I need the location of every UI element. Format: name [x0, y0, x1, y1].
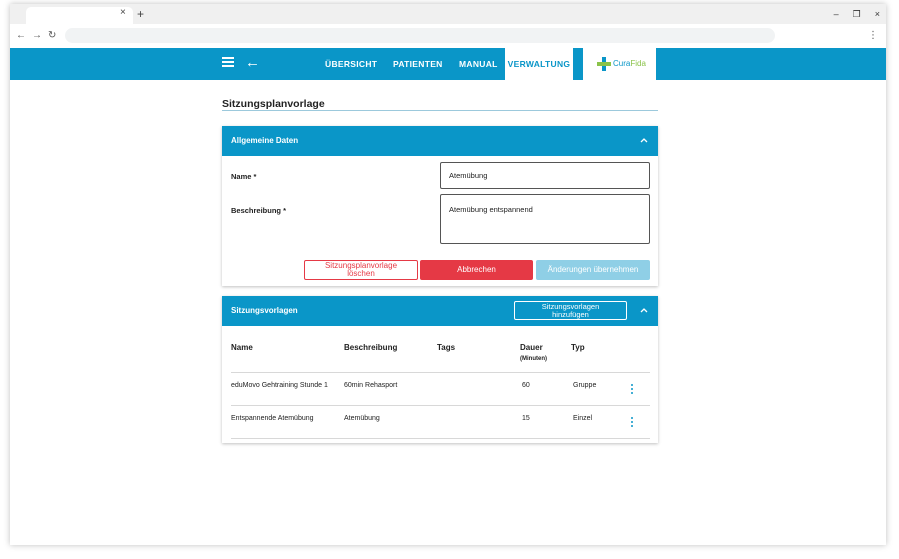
nav-manual[interactable]: MANUAL — [459, 48, 498, 80]
minimize-icon[interactable]: – — [834, 8, 839, 20]
add-session-templates-button[interactable]: Sitzungsvorlagen hinzufügen — [514, 301, 627, 320]
chevron-up-icon[interactable] — [640, 306, 648, 314]
column-header-tags: Tags — [437, 343, 456, 352]
row-1-name: eduMovo Gehtraining Stunde 1 — [231, 382, 328, 389]
column-header-name: Name — [231, 343, 253, 352]
row-divider — [231, 405, 650, 406]
row-1-description: 60min Rehasport — [344, 382, 398, 389]
row-2-description: Atemübung — [344, 415, 380, 422]
session-templates-title: Sitzungsvorlagen — [231, 306, 298, 315]
browser-menu-icon[interactable]: ⋮ — [868, 30, 878, 42]
page-title: Sitzungsplanvorlage — [222, 98, 325, 110]
column-header-duration-unit: (Minuten) — [520, 356, 547, 362]
forward-nav-icon[interactable]: → — [32, 30, 42, 42]
session-templates-header[interactable]: Sitzungsvorlagen Sitzungsvorlagen hinzuf… — [222, 296, 658, 326]
row-2-name: Entspannende Atemübung — [231, 415, 314, 422]
app-header: ← ÜBERSICHT PATIENTEN MANUAL VERWALTUNG … — [10, 48, 886, 80]
browser-window: × + – ❐ × ← → ↻ ⋮ ← ÜBERSICHT PATIENTEN … — [10, 4, 886, 545]
nav-uebersicht[interactable]: ÜBERSICHT — [325, 48, 377, 80]
hamburger-menu-icon[interactable] — [222, 57, 234, 69]
browser-tab-bar: × + – ❐ × — [10, 4, 886, 24]
curafida-logo: CuraFida — [583, 48, 656, 80]
new-tab-icon[interactable]: + — [137, 7, 144, 21]
window-close-icon[interactable]: × — [875, 8, 880, 20]
window-controls: – ❐ × — [834, 8, 880, 20]
restore-icon[interactable]: ❐ — [853, 8, 861, 20]
row-1-type: Gruppe — [573, 382, 597, 389]
reload-icon[interactable]: ↻ — [48, 30, 56, 42]
logo-wordmark: CuraFida — [613, 59, 646, 68]
description-textarea[interactable]: Atemübung entspannend — [440, 194, 650, 244]
row-1-more-icon[interactable] — [629, 384, 635, 396]
delete-template-button[interactable]: Sitzungsplanvorlage löschen — [304, 260, 418, 280]
nav-patienten[interactable]: PATIENTEN — [393, 48, 443, 80]
description-label: Beschreibung * — [231, 206, 287, 215]
logo-cross-icon — [597, 57, 611, 71]
title-divider — [222, 110, 658, 111]
chevron-up-icon[interactable] — [640, 136, 648, 144]
row-2-type: Einzel — [573, 415, 593, 422]
row-2-duration: 15 — [522, 415, 530, 422]
row-divider — [231, 438, 650, 439]
general-data-card: Allgemeine Daten Name * Atemübung Beschr… — [222, 126, 658, 286]
url-input[interactable] — [65, 28, 775, 43]
tab-close-icon[interactable]: × — [120, 7, 126, 19]
browser-tab[interactable] — [26, 7, 133, 24]
row-divider — [231, 372, 650, 373]
name-label: Name * — [231, 172, 257, 181]
general-data-header[interactable]: Allgemeine Daten — [222, 126, 658, 156]
column-header-description: Beschreibung — [344, 343, 398, 352]
name-input[interactable]: Atemübung — [440, 162, 650, 189]
column-header-duration: Dauer — [520, 343, 543, 352]
general-data-title: Allgemeine Daten — [231, 136, 299, 145]
browser-address-bar: ← → ↻ ⋮ — [10, 24, 886, 48]
row-2-more-icon[interactable] — [629, 417, 635, 429]
column-header-type: Typ — [571, 343, 585, 352]
session-templates-card: Sitzungsvorlagen Sitzungsvorlagen hinzuf… — [222, 296, 658, 443]
cancel-button[interactable]: Abbrechen — [420, 260, 533, 280]
back-nav-icon[interactable]: ← — [16, 30, 26, 42]
nav-verwaltung[interactable]: VERWALTUNG — [505, 48, 573, 80]
apply-changes-button[interactable]: Änderungen übernehmen — [536, 260, 650, 280]
back-arrow-icon[interactable]: ← — [245, 53, 260, 73]
row-1-duration: 60 — [522, 382, 530, 389]
